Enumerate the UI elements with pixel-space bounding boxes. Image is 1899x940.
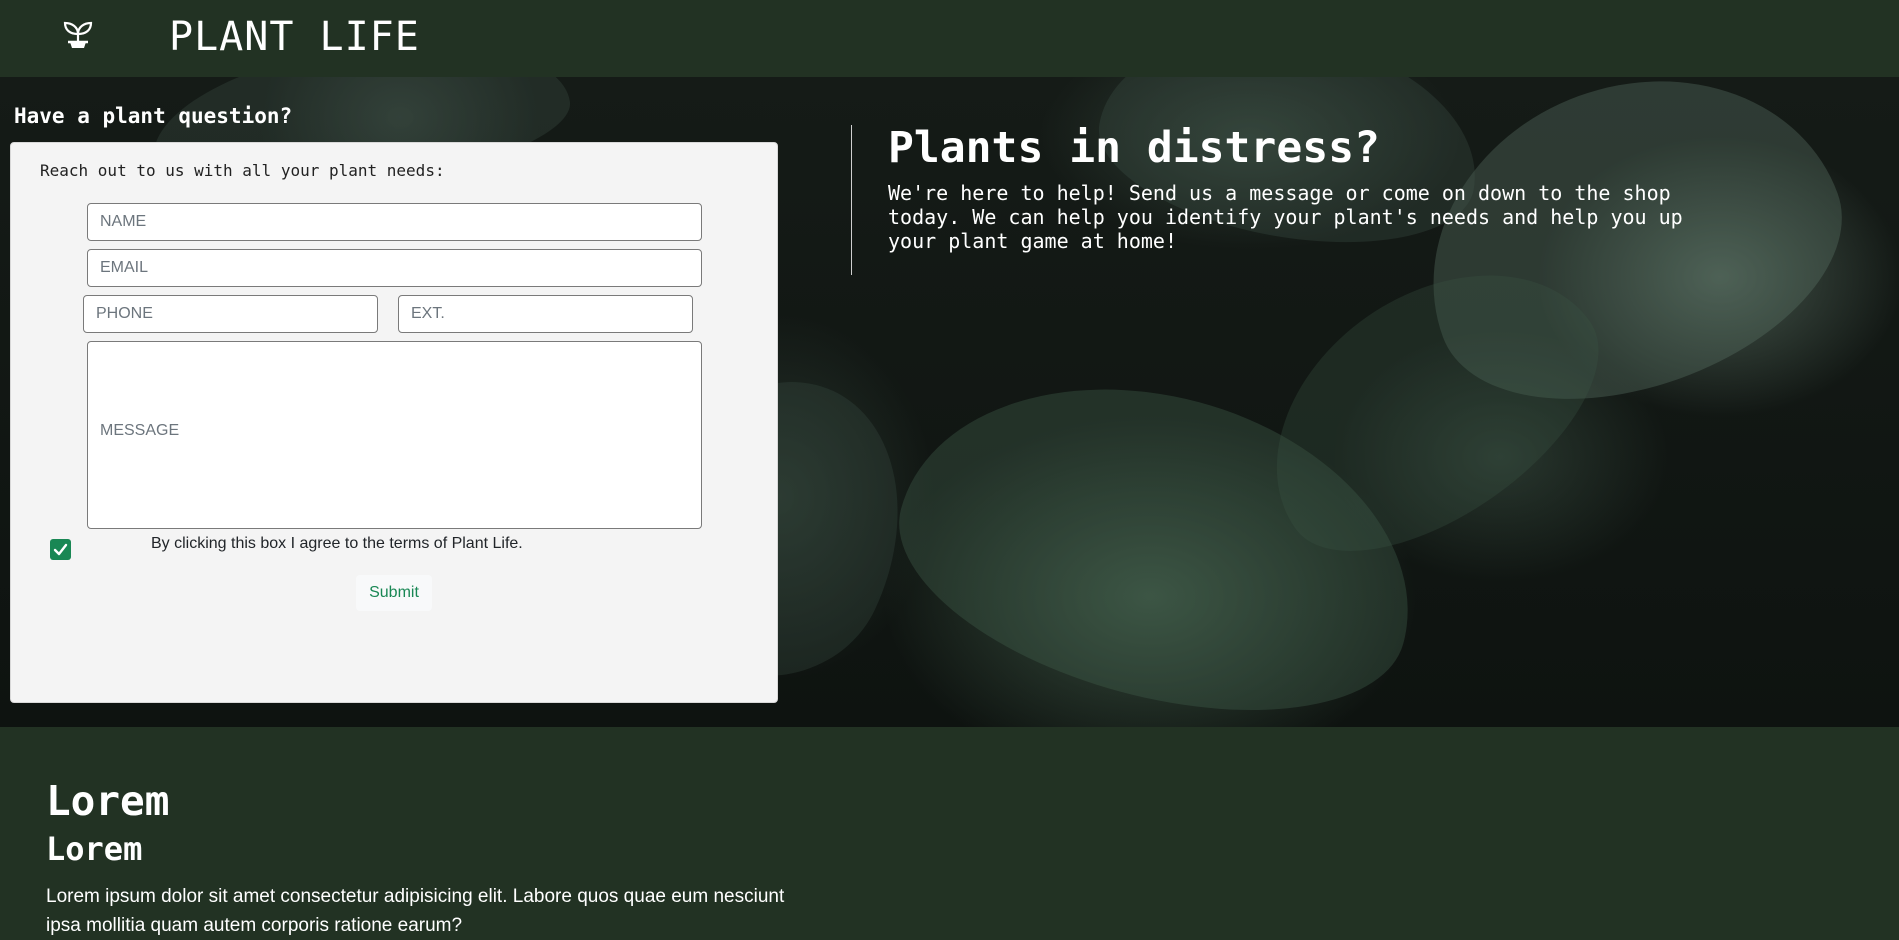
navbar: PLANT LIFE bbox=[0, 0, 1899, 77]
distress-body: We're here to help! Send us a message or… bbox=[888, 181, 1683, 253]
agree-checkbox[interactable] bbox=[50, 539, 71, 560]
lower-heading: Lorem bbox=[46, 777, 170, 825]
contact-form: Reach out to us with all your plant need… bbox=[10, 142, 778, 703]
contact-question: Have a plant question? bbox=[14, 104, 293, 128]
form-intro: Reach out to us with all your plant need… bbox=[40, 161, 445, 180]
message-textarea[interactable] bbox=[87, 341, 702, 529]
email-input[interactable] bbox=[87, 249, 702, 287]
brand-link[interactable]: PLANT LIFE bbox=[169, 14, 420, 60]
sprout-icon[interactable] bbox=[62, 18, 94, 50]
lower-paragraph: Lorem ipsum dolor sit amet consectetur a… bbox=[46, 886, 785, 936]
name-input[interactable] bbox=[87, 203, 702, 241]
vertical-divider bbox=[851, 125, 852, 275]
ext-input[interactable] bbox=[398, 295, 693, 333]
lower-subheading: Lorem bbox=[46, 830, 143, 868]
submit-button[interactable]: Submit bbox=[356, 575, 432, 611]
phone-input[interactable] bbox=[83, 295, 378, 333]
agree-label[interactable]: By clicking this box I agree to the term… bbox=[151, 535, 523, 553]
checkmark-icon bbox=[53, 543, 68, 556]
distress-title: Plants in distress? bbox=[888, 123, 1380, 173]
hero-section: Have a plant question? Reach out to us w… bbox=[0, 77, 1899, 727]
